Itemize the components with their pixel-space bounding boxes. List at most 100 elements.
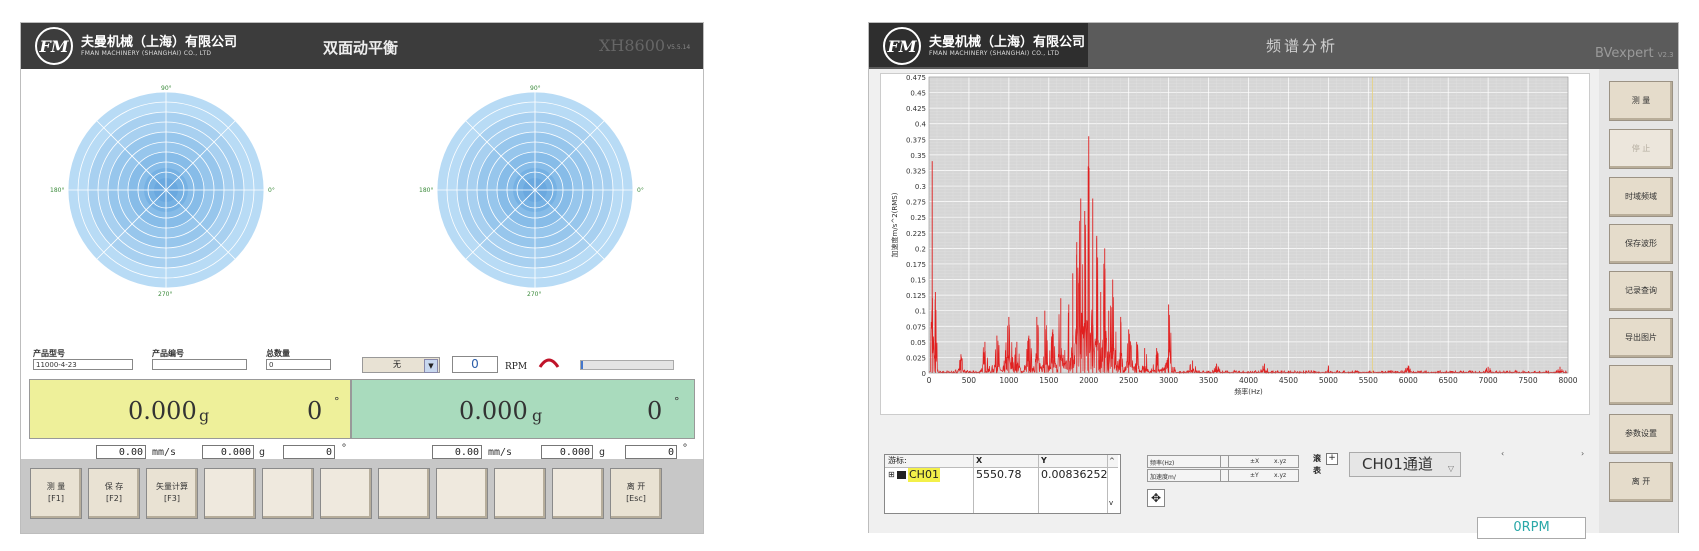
x-tick-label: 7000 [1479, 376, 1498, 385]
function-button-empty[interactable] [494, 468, 546, 519]
accel-scale-control[interactable]: 加速度m/ ±Y x.yz [1147, 469, 1299, 482]
channel-select-value: CH01通道 [1362, 455, 1433, 473]
freq-scale-control[interactable]: 频率(Hz) ±X x.yz [1147, 455, 1299, 468]
mode-select-value: 无 [393, 360, 401, 369]
plane1-accel: 0.000 [202, 445, 254, 459]
y-tick-label: 0.425 [906, 105, 926, 113]
function-button-empty[interactable] [552, 468, 604, 519]
scroll-down-icon[interactable]: v [1109, 499, 1113, 507]
side-button[interactable] [1609, 365, 1673, 405]
side-button[interactable]: 参数设置 [1609, 414, 1673, 454]
channel-select[interactable]: CH01通道 ▽ [1349, 452, 1461, 477]
function-button-label: 保 存 [104, 482, 124, 491]
mode-select[interactable]: 无 ▼ [362, 357, 440, 373]
y-tick-label: 0.25 [910, 214, 926, 222]
angle-label-180: 180° [419, 187, 434, 194]
y-axis-label: 加速度m/s^2(RMS) [890, 192, 899, 257]
y-tick-label: 0.3 [915, 183, 926, 191]
function-button-label: 测 量 [46, 482, 66, 491]
x-tick-label: 8000 [1558, 376, 1577, 385]
function-button-empty[interactable] [378, 468, 430, 519]
spectrum-main-area: 0 0.025 0.05 0.075 0.1 0.125 0.15 0.175 0.2 0.225… [869, 69, 1599, 539]
company-name-en: FMAN MACHINERY (SHANGHAI) CO., LTD [81, 50, 212, 57]
plane2-phase-unit: ° [682, 443, 689, 454]
x-tick-label: 0 [927, 376, 932, 385]
version-label: V5.5.14 [667, 44, 691, 51]
mode-toggle[interactable]: 滚表 [1313, 453, 1325, 477]
pan-tool-icon[interactable]: ✥ [1147, 489, 1165, 507]
function-button-label: 矢量计算 [156, 482, 188, 491]
function-button[interactable]: 测 量 [F1] [30, 468, 82, 519]
gauge-icon [538, 358, 560, 368]
side-button-panel: 测 量停 止时域频域保存波形记录查询导出图片参数设置离 开 [1599, 69, 1678, 533]
plane1-phase-unit: ° [341, 443, 348, 454]
function-button[interactable]: 离 开 [Esc] [610, 468, 662, 519]
side-button[interactable]: 停 止 [1609, 129, 1673, 169]
zoom-x-icon[interactable]: ±X [1250, 458, 1259, 465]
y-tick-label: 0.05 [910, 339, 926, 347]
scroll-up-icon[interactable]: ^ [1109, 457, 1115, 465]
function-button[interactable]: 保 存 [F2] [88, 468, 140, 519]
x-tick-label: 1500 [1039, 376, 1058, 385]
x-tick-label: 3000 [1159, 376, 1178, 385]
y-tick-label: 0.125 [906, 292, 926, 300]
cursor-header-name: 游标: [888, 456, 907, 465]
side-button[interactable]: 测 量 [1609, 81, 1673, 121]
plane1-velocity: 0.00 [96, 445, 146, 459]
product-model-field[interactable]: 11000-4-23 [33, 359, 133, 370]
company-logo: FM [883, 27, 921, 65]
format-x-icon[interactable]: x.yz [1274, 458, 1286, 465]
product-number-field[interactable] [152, 359, 247, 370]
plane1-amplitude: 0.000 [128, 397, 197, 425]
x-tick-label: 6000 [1399, 376, 1418, 385]
scroll-left-icon[interactable]: ‹ [1501, 449, 1504, 458]
x-tick-label: 4500 [1279, 376, 1298, 385]
plane1-amplitude-unit: g [199, 406, 210, 425]
product-number-label: 产品编号 [152, 349, 184, 358]
add-icon[interactable]: + [1326, 453, 1338, 465]
x-tick-label: 4000 [1239, 376, 1258, 385]
freq-scale-label: 频率(Hz) [1150, 460, 1175, 467]
function-button[interactable]: 矢量计算 [F3] [146, 468, 198, 519]
zoom-y-icon[interactable]: ±Y [1250, 472, 1259, 479]
scroll-right-icon[interactable]: › [1581, 449, 1584, 458]
y-tick-label: 0.475 [906, 74, 926, 82]
side-button[interactable]: 保存波形 [1609, 224, 1673, 264]
side-button[interactable]: 导出图片 [1609, 318, 1673, 358]
polar-plot-plane1 [67, 91, 265, 289]
function-button-empty[interactable] [262, 468, 314, 519]
company-name: 夫曼机械（上海）有限公司 [929, 35, 1086, 50]
y-tick-label: 0.35 [910, 152, 926, 160]
y-tick-label: 0.2 [915, 245, 926, 253]
spectrum-chart: 0 0.025 0.05 0.075 0.1 0.125 0.15 0.175 0.2 0.225… [890, 74, 1578, 396]
function-button-empty[interactable] [436, 468, 488, 519]
cursor-y-value: 0.00836252 [1041, 468, 1108, 481]
y-tick-label: 0.275 [906, 199, 926, 207]
angle-label-270: 270° [527, 291, 542, 298]
y-tick-label: 0.4 [915, 121, 927, 129]
product-model-label: 产品型号 [33, 349, 65, 358]
angle-label-0: 0° [637, 187, 644, 194]
function-button-key: [Esc] [626, 494, 646, 503]
plane2-velocity-unit: mm/s [488, 447, 513, 458]
function-button-empty[interactable] [204, 468, 256, 519]
plane2-amplitude-unit: g [532, 406, 543, 425]
brand-label: BVexpert V2.3 [1595, 46, 1674, 61]
side-button[interactable]: 时域频域 [1609, 177, 1673, 217]
spectrum-plot-frame: 0 0.025 0.05 0.075 0.1 0.125 0.15 0.175 0.2 0.225… [880, 73, 1590, 415]
window-title: 频谱分析 [1266, 37, 1339, 55]
function-button-key: [F2] [106, 494, 122, 503]
angle-label-180: 180° [50, 187, 65, 194]
rpm-field: 0 [452, 356, 498, 373]
total-count-field[interactable]: 0 [266, 359, 331, 370]
window-title: 双面动平衡 [323, 39, 399, 57]
side-button[interactable]: 离 开 [1609, 462, 1673, 502]
plane1-phase: 0 [283, 445, 335, 459]
title-bar: FM 夫曼机械（上海）有限公司 FMAN MACHINERY (SHANGHAI… [21, 23, 703, 69]
function-button-empty[interactable] [320, 468, 372, 519]
cursor-row[interactable]: ⊞ CH01 5550.78 0.00836252 [885, 468, 1107, 482]
brand-version: V2.3 [1657, 51, 1674, 59]
format-y-icon[interactable]: x.yz [1274, 472, 1286, 479]
angle-label-270: 270° [158, 291, 173, 298]
side-button[interactable]: 记录查询 [1609, 271, 1673, 311]
